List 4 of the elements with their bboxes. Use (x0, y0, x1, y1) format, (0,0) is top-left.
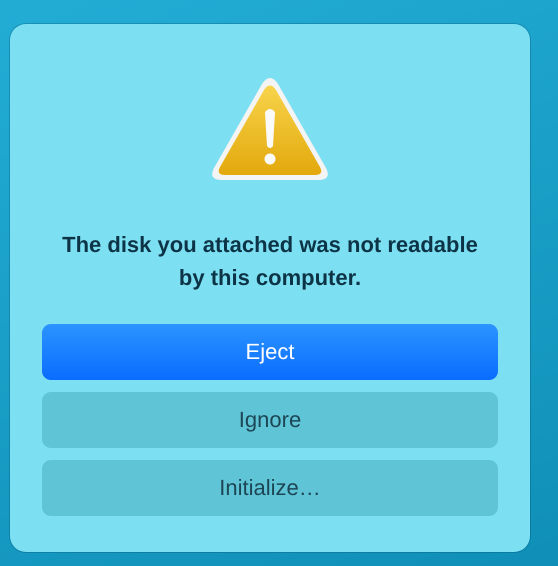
alert-message: The disk you attached was not readable by this computer. (61, 231, 479, 292)
dialog-button[interactable]: Ignore (42, 392, 498, 448)
default-button[interactable]: Eject (42, 324, 498, 380)
dialog-button[interactable]: Initialize… (42, 460, 498, 516)
